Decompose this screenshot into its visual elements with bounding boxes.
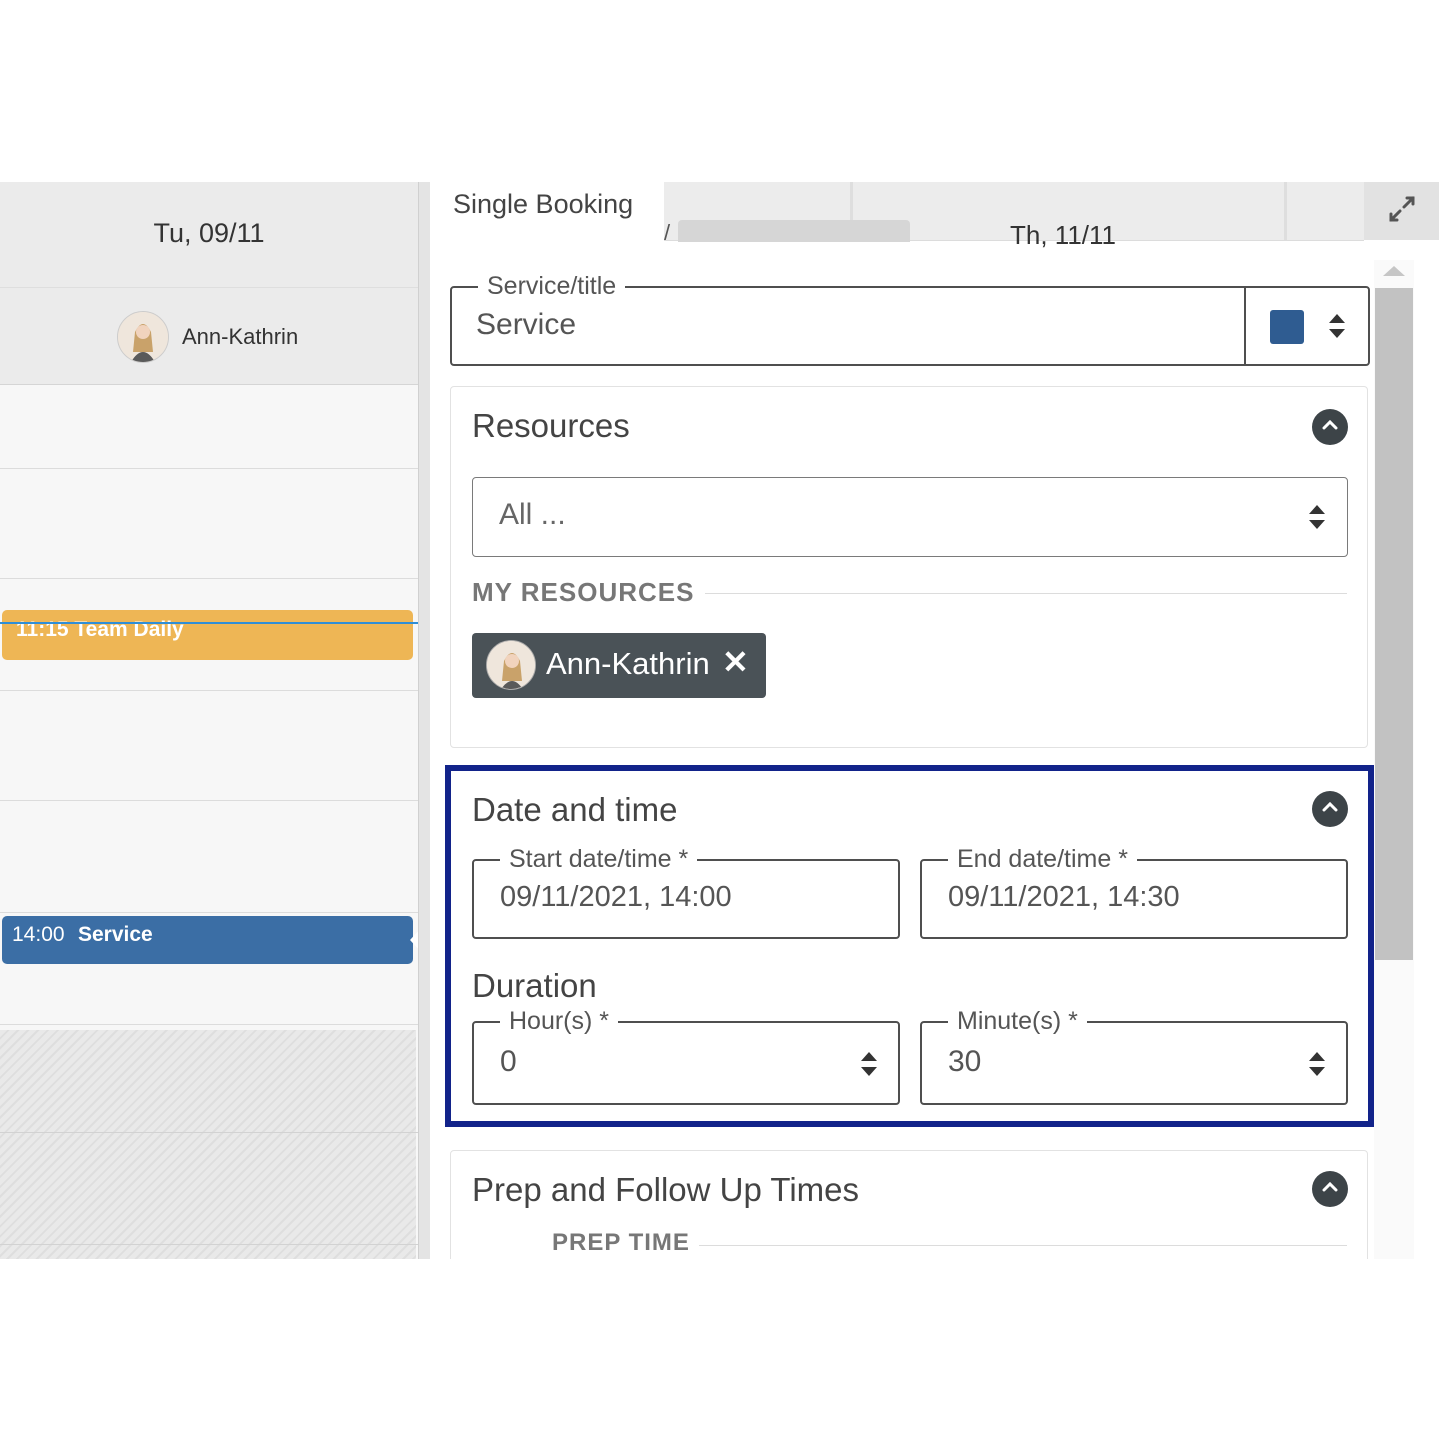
- column-separator: [418, 182, 430, 1259]
- time-slot-divider: [0, 690, 418, 691]
- sort-arrows-icon: [1308, 504, 1326, 530]
- avatar: [486, 640, 536, 690]
- time-slot-divider: [0, 1132, 418, 1133]
- chevron-up-icon: [1322, 418, 1338, 436]
- prep-follow-up-section: Prep and Follow Up Times PREP TIME: [450, 1150, 1368, 1259]
- end-datetime-label: End date/time *: [948, 844, 1137, 874]
- chevron-up-icon: [1322, 800, 1338, 818]
- sort-arrows-icon: [1308, 1051, 1326, 1077]
- day-header-date: Tu, 09/11: [153, 218, 265, 248]
- scrollbar-thumb[interactable]: [1375, 288, 1413, 960]
- minutes-select[interactable]: Minute(s) * 30: [920, 1006, 1348, 1105]
- current-time-indicator: [0, 622, 430, 624]
- close-icon[interactable]: ✕: [722, 643, 749, 681]
- calendar-event-team-daily[interactable]: 11:15 Team Daily: [2, 610, 413, 660]
- calendar-event-service[interactable]: 14:00 Service: [2, 916, 413, 964]
- collapse-date-time-button[interactable]: [1312, 791, 1348, 827]
- expand-arrows-icon: [1387, 194, 1417, 229]
- time-slot-divider: [0, 800, 418, 801]
- time-slot-divider: [0, 468, 418, 469]
- resources-title: Resources: [472, 407, 630, 444]
- collapse-resources-button[interactable]: [1312, 409, 1348, 445]
- prep-follow-up-title: Prep and Follow Up Times: [472, 1171, 859, 1208]
- hours-label: Hour(s) *: [500, 1006, 619, 1036]
- unavailable-time-block: [0, 1030, 416, 1259]
- start-datetime-field[interactable]: Start date/time * 09/11/2021, 14:00: [472, 844, 900, 939]
- resource-chip-name: Ann-Kathrin: [546, 646, 710, 681]
- start-datetime-value: 09/11/2021, 14:00: [500, 881, 732, 913]
- date-time-section: Date and time Start date/time * 09/11/20…: [445, 765, 1374, 1127]
- resource-name: Ann-Kathrin: [182, 324, 299, 349]
- event-time: 14:00: [12, 923, 65, 946]
- hours-value: 0: [500, 1045, 517, 1078]
- resource-select-value: All ...: [499, 498, 566, 531]
- hours-select[interactable]: Hour(s) * 0: [472, 1006, 900, 1105]
- sort-arrows-icon[interactable]: [1328, 313, 1346, 339]
- background-calendar-header: / Th, 11/11: [664, 182, 1364, 250]
- start-datetime-label: Start date/time *: [500, 844, 698, 874]
- expand-button[interactable]: [1364, 182, 1439, 240]
- sort-arrows-icon: [860, 1051, 878, 1077]
- end-datetime-value: 09/11/2021, 14:30: [948, 881, 1180, 913]
- scroll-up-arrow[interactable]: [1383, 266, 1405, 276]
- resource-chip[interactable]: Ann-Kathrin ✕: [472, 633, 766, 698]
- background-day-header: Th, 11/11: [1010, 220, 1116, 250]
- time-slot-divider: [0, 912, 418, 913]
- collapse-prep-button[interactable]: [1312, 1171, 1348, 1207]
- chevron-up-icon: [1322, 1180, 1338, 1198]
- hidden-tab: [678, 220, 910, 242]
- service-title-value: Service: [476, 308, 577, 341]
- time-slot-divider: [0, 1244, 418, 1245]
- tab-single-booking[interactable]: Single Booking: [430, 182, 664, 242]
- resource-header[interactable]: Ann-Kathrin: [0, 288, 418, 385]
- minutes-label: Minute(s) *: [948, 1006, 1087, 1036]
- booking-panel: / Th, 11/11 Single Booking Service/title…: [430, 182, 1439, 1259]
- resources-section: Resources All ... MY RESOURCES Ann-Kathr…: [450, 386, 1368, 748]
- service-title-label: Service/title: [478, 271, 626, 301]
- day-column-header: Tu, 09/11: [0, 182, 418, 288]
- my-resources-heading: MY RESOURCES: [472, 577, 695, 607]
- prep-time-heading: PREP TIME: [552, 1229, 690, 1256]
- minutes-value: 30: [948, 1045, 982, 1078]
- time-slot-divider: [0, 1024, 418, 1025]
- time-slot-divider: [0, 578, 418, 579]
- date-time-title: Date and time: [472, 791, 678, 828]
- end-datetime-field[interactable]: End date/time * 09/11/2021, 14:30: [920, 844, 1348, 939]
- service-color-swatch[interactable]: [1270, 310, 1304, 344]
- avatar: [117, 311, 169, 363]
- tab-label: Single Booking: [453, 189, 634, 219]
- duration-title: Duration: [472, 967, 597, 1004]
- event-title: Service: [78, 923, 153, 946]
- service-title-field[interactable]: Service/title Service: [450, 271, 1370, 366]
- resource-select[interactable]: All ...: [472, 477, 1348, 557]
- calendar-day-view: Tu, 09/11 Ann-Kathrin 11:15 Team Daily 1…: [0, 182, 430, 1259]
